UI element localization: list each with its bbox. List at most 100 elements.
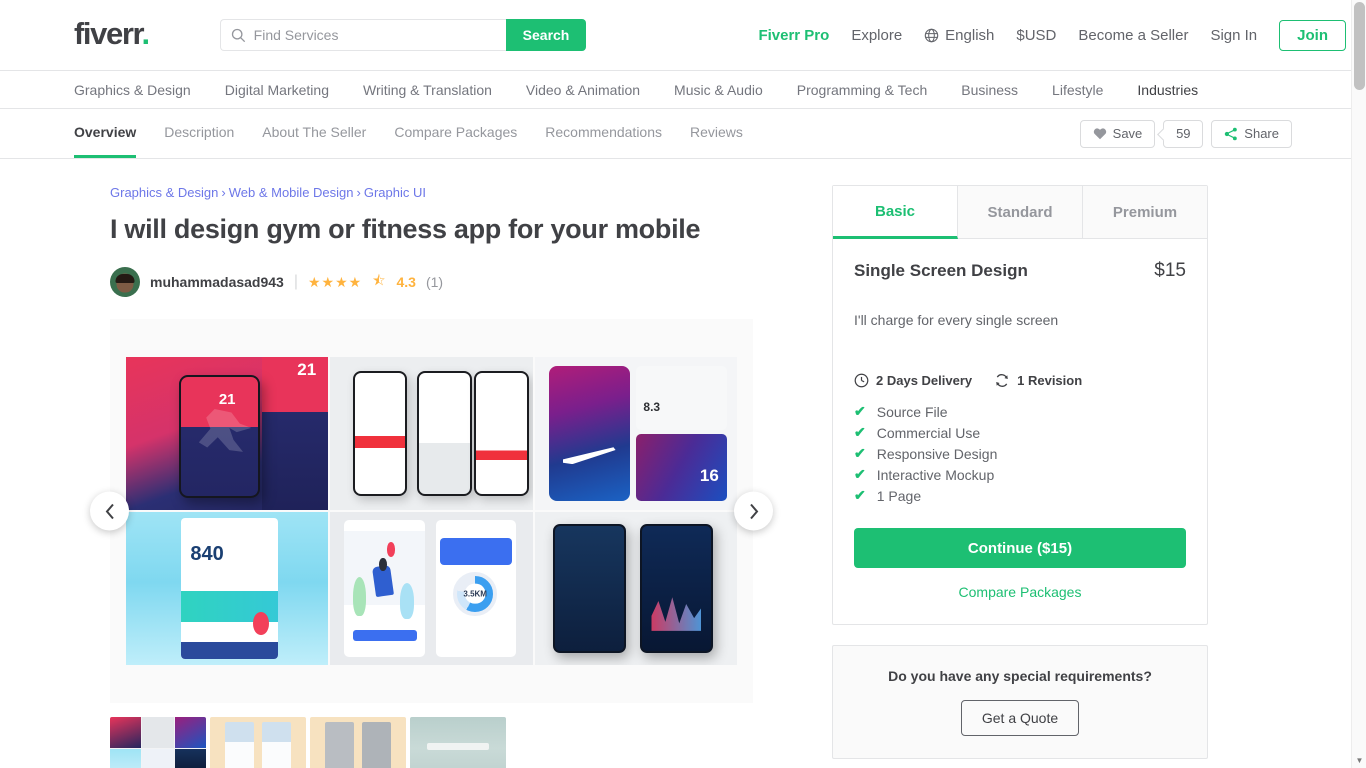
gallery-next-button[interactable] [734, 491, 773, 531]
package-body: Single Screen Design $15 I'll charge for… [833, 239, 1207, 624]
search-input[interactable] [253, 27, 496, 43]
avatar[interactable] [110, 267, 140, 297]
category-graphics-design[interactable]: Graphics & Design [74, 82, 191, 98]
nav-fiverr-pro[interactable]: Fiverr Pro [758, 27, 829, 44]
package-tab-basic[interactable]: Basic [833, 186, 958, 239]
gallery-tile-nike-running[interactable]: 8.3 16 [534, 357, 737, 510]
gallery-tile-dark-blue-phones[interactable] [534, 512, 737, 665]
gallery-tile-health-tracker[interactable]: 840 [126, 512, 329, 665]
tab-recommendations[interactable]: Recommendations [545, 109, 662, 158]
thumbnail-peach-screens-1[interactable] [210, 717, 306, 768]
package-tab-premium[interactable]: Premium [1083, 186, 1207, 239]
package-features: ✔ Source File ✔ Commercial Use ✔ Respons… [854, 403, 1186, 504]
category-industries[interactable]: Industries [1137, 82, 1198, 98]
feature-item: ✔ 1 Page [854, 487, 1186, 504]
breadcrumb-separator-1: › [221, 185, 226, 200]
tile2-phone-1 [352, 370, 408, 497]
avatar-hair [115, 273, 135, 283]
fiverr-logo[interactable]: fiverr. [74, 18, 150, 49]
thumbnail-collage[interactable] [110, 717, 206, 768]
tile6-wave-graphic [651, 597, 702, 631]
search-button[interactable]: Search [505, 19, 587, 51]
header-nav: Fiverr Pro Explore English $USD Become a… [758, 19, 1346, 51]
gallery-tile-running-illustration[interactable]: 3.5KM [330, 512, 533, 665]
tab-compare-packages[interactable]: Compare Packages [394, 109, 517, 158]
tile1-right-panel [261, 357, 329, 510]
category-programming-tech[interactable]: Programming & Tech [797, 82, 927, 98]
thumb2-screen-2 [261, 722, 291, 768]
feature-label: Source File [876, 403, 948, 420]
gallery-tile-workout-phones[interactable] [330, 357, 533, 510]
tile6-phone-left [552, 524, 626, 653]
share-button[interactable]: Share [1211, 119, 1292, 148]
feature-item: ✔ Commercial Use [854, 424, 1186, 441]
package-description: I'll charge for every single screen [854, 312, 1059, 328]
tab-about-the-seller[interactable]: About The Seller [262, 109, 366, 158]
feature-label: Commercial Use [876, 424, 981, 441]
breadcrumb-item-3[interactable]: Graphic UI [364, 185, 426, 200]
heart-icon [1093, 128, 1106, 140]
special-requirements-box: Do you have any special requirements? Ge… [832, 645, 1208, 759]
nav-become-a-seller[interactable]: Become a Seller [1078, 27, 1188, 44]
check-icon: ✔ [854, 466, 866, 482]
site-header: fiverr. Search Fiverr Pro Explore Englis… [0, 0, 1366, 71]
tab-overview[interactable]: Overview [74, 109, 137, 158]
gallery-collage[interactable]: 21 21 8.3 16 840 3.5KM [126, 357, 737, 665]
thumb-cell-5 [142, 749, 174, 768]
gallery-tile-fitness-dashboard[interactable]: 21 21 [126, 357, 329, 510]
nav-sign-in[interactable]: Sign In [1210, 27, 1257, 44]
seller-name[interactable]: muhammadasad943 [150, 274, 284, 290]
continue-button[interactable]: Continue ($15) [854, 528, 1186, 568]
category-lifestyle[interactable]: Lifestyle [1052, 82, 1103, 98]
join-button[interactable]: Join [1279, 19, 1346, 51]
search-icon [231, 28, 245, 42]
page-scrollbar[interactable]: ▲ ▼ [1351, 0, 1366, 768]
rating-value: 4.3 [396, 274, 416, 290]
search-bar: Search [219, 19, 587, 51]
nav-language-label: English [945, 26, 995, 44]
special-requirements-title: Do you have any special requirements? [888, 668, 1152, 684]
tile4-card: 840 [180, 518, 278, 659]
breadcrumb-item-1[interactable]: Graphics & Design [110, 185, 218, 200]
save-button[interactable]: Save [1079, 119, 1156, 148]
gig-actions: Save 59 Share [1079, 109, 1292, 158]
nav-explore[interactable]: Explore [851, 27, 902, 44]
category-video-animation[interactable]: Video & Animation [526, 82, 640, 98]
tab-description[interactable]: Description [164, 109, 234, 158]
share-button-label: Share [1244, 126, 1279, 141]
breadcrumb-item-2[interactable]: Web & Mobile Design [229, 185, 354, 200]
seller-info: muhammadasad943 | ★★★★ ⯪ 4.3 (1) [110, 267, 800, 297]
thumb2-screen-1 [225, 722, 255, 768]
revisions: 1 Revision [994, 373, 1082, 388]
category-writing-translation[interactable]: Writing & Translation [363, 82, 492, 98]
get-a-quote-button[interactable]: Get a Quote [960, 700, 1080, 736]
nav-currency[interactable]: $USD [1016, 27, 1056, 44]
check-icon: ✔ [854, 445, 866, 461]
tab-reviews[interactable]: Reviews [690, 109, 743, 158]
tile5-tree-blue [399, 582, 415, 619]
package-tab-standard[interactable]: Standard [958, 186, 1083, 239]
tile5-profile-header [440, 537, 512, 566]
scrollbar-down-arrow[interactable]: ▼ [1352, 753, 1366, 768]
seller-divider: | [293, 273, 298, 290]
feature-item: ✔ Interactive Mockup [854, 466, 1186, 483]
category-music-audio[interactable]: Music & Audio [674, 82, 763, 98]
category-business[interactable]: Business [961, 82, 1018, 98]
compare-packages-link[interactable]: Compare Packages [854, 584, 1186, 600]
save-count-badge: 59 [1163, 119, 1204, 148]
tile3-map-card [635, 366, 727, 431]
tile6-phone-right [639, 524, 713, 653]
thumbnail-teal-banner[interactable] [410, 717, 506, 768]
feature-label: Responsive Design [876, 445, 998, 462]
nav-language[interactable]: English [924, 27, 994, 44]
tile5-runner-head [379, 558, 387, 571]
delivery-label: 2 Days Delivery [876, 373, 973, 388]
search-box[interactable] [219, 19, 506, 51]
package-meta: 2 Days Delivery 1 Revision [854, 373, 1186, 388]
thumbnail-peach-screens-2[interactable] [310, 717, 406, 768]
scrollbar-thumb[interactable] [1354, 2, 1365, 90]
gallery-prev-button[interactable] [90, 491, 129, 531]
breadcrumb: Graphics & Design › Web & Mobile Design › Gr… [110, 185, 800, 200]
category-digital-marketing[interactable]: Digital Marketing [225, 82, 329, 98]
package-price: $15 [1154, 260, 1186, 281]
